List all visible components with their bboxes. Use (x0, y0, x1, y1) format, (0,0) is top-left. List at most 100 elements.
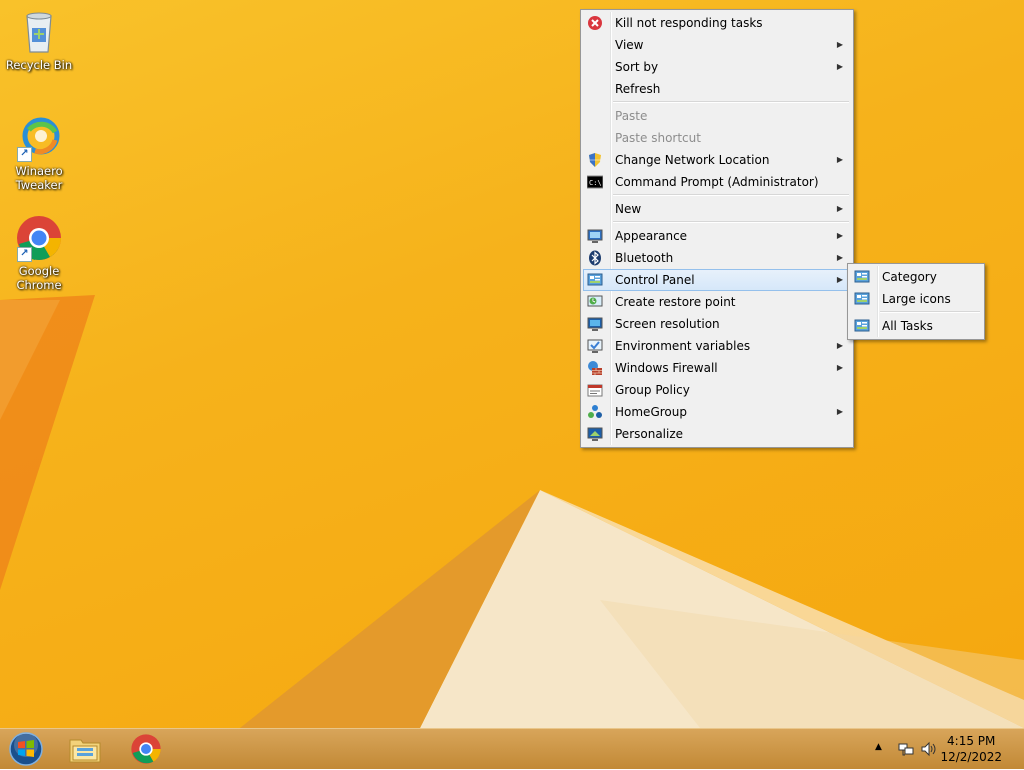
wallpaper (0, 295, 1024, 728)
menu-item-label: Category (882, 270, 937, 284)
menu-item-label: Paste (615, 109, 648, 123)
personalize-icon (587, 426, 603, 442)
menu-item-view[interactable]: View ▶ (583, 34, 851, 56)
appearance-icon (587, 228, 603, 244)
menu-item-label: Environment variables (615, 339, 751, 353)
clock-date: 12/2/2022 (940, 750, 1002, 764)
control-panel-icon (587, 272, 603, 288)
restore-point-icon (587, 294, 603, 310)
cmd-icon: C:\ (586, 174, 604, 190)
menu-separator (613, 221, 849, 223)
menu-item-label: All Tasks (882, 319, 933, 333)
environment-variables-icon (587, 338, 603, 354)
menu-item-label: Group Policy (615, 383, 690, 397)
file-explorer-icon (69, 734, 101, 767)
menu-item-label: Kill not responding tasks (615, 16, 763, 30)
screen-resolution-icon (587, 316, 603, 332)
menu-item-label: Appearance (615, 229, 688, 243)
volume-icon[interactable] (920, 741, 936, 757)
menu-item-label: Create restore point (615, 295, 736, 309)
start-orb-icon (8, 731, 44, 770)
desktop-icon-google-chrome[interactable]: ↗ Google Chrome (1, 214, 77, 292)
up-arrow-icon[interactable]: ▲ (875, 742, 891, 758)
submenu-arrow-icon: ▶ (836, 155, 843, 164)
menu-item-label: HomeGroup (615, 405, 687, 419)
shortcut-arrow-icon: ↗ (17, 147, 32, 162)
menu-item-personalize[interactable]: Personalize (583, 423, 851, 445)
desktop-icon-label: Winaero Tweaker (15, 164, 63, 192)
uac-shield-icon (587, 152, 603, 168)
control-panel-icon (854, 318, 870, 334)
menu-item-new[interactable]: New ▶ (583, 198, 851, 220)
menu-item-label: View (615, 38, 644, 52)
shortcut-arrow-icon: ↗ (17, 247, 32, 262)
menu-item-label: Personalize (615, 427, 684, 441)
recycle-bin-icon (15, 8, 63, 56)
menu-item-command-prompt-administrator[interactable]: C:\ Command Prompt (Administrator) (583, 171, 851, 193)
control-panel-icon (854, 291, 870, 307)
submenu-arrow-icon: ▶ (836, 363, 843, 372)
menu-item-label: Change Network Location (615, 153, 770, 167)
submenu-arrow-icon: ▶ (836, 62, 843, 71)
desktop-context-menu: Kill not responding tasks View ▶ Sort by… (580, 9, 854, 448)
taskbar: ▲ 4:15 PM 12/2/2022 (0, 728, 1024, 769)
menu-item-control-panel[interactable]: Control Panel ▶ (583, 269, 851, 291)
menu-item-homegroup[interactable]: HomeGroup ▶ (583, 401, 851, 423)
menu-item-create-restore-point[interactable]: Create restore point (583, 291, 851, 313)
menu-item-kill-not-responding-tasks[interactable]: Kill not responding tasks (583, 12, 851, 34)
group-policy-icon (587, 382, 603, 398)
menu-item-appearance[interactable]: Appearance ▶ (583, 225, 851, 247)
start-button[interactable] (0, 729, 54, 769)
submenu-arrow-icon: ▶ (836, 231, 843, 240)
desktop-icon-winaero-tweaker[interactable]: ↗ Winaero Tweaker (1, 114, 77, 192)
desktop[interactable]: Recycle Bin ↗ Winaero Tweaker ↗ Google C… (0, 0, 1024, 728)
menu-item-sort-by[interactable]: Sort by ▶ (583, 56, 851, 78)
menu-item-environment-variables[interactable]: Environment variables ▶ (583, 335, 851, 357)
menu-item-refresh[interactable]: Refresh (583, 78, 851, 100)
submenu-item-large-icons[interactable]: Large icons (850, 288, 982, 310)
homegroup-icon (587, 404, 603, 420)
submenu-item-category[interactable]: Category (850, 266, 982, 288)
menu-item-paste[interactable]: Paste (583, 105, 851, 127)
desktop-icon-label: Google Chrome (16, 264, 62, 292)
menu-item-label: New (615, 202, 642, 216)
menu-item-label: Screen resolution (615, 317, 720, 331)
menu-item-change-network-location[interactable]: Change Network Location ▶ (583, 149, 851, 171)
winaero-tweaker-icon: ↗ (15, 114, 63, 162)
menu-item-paste-shortcut[interactable]: Paste shortcut (583, 127, 851, 149)
menu-item-label: Command Prompt (Administrator) (615, 175, 819, 189)
submenu-arrow-icon: ▶ (836, 407, 843, 416)
menu-item-group-policy[interactable]: Group Policy (583, 379, 851, 401)
tray-clock[interactable]: 4:15 PM 12/2/2022 (940, 733, 1002, 765)
submenu-arrow-icon: ▶ (836, 204, 843, 213)
desktop-icon-recycle-bin[interactable]: Recycle Bin (1, 8, 77, 72)
menu-separator (613, 194, 849, 196)
network-icon[interactable] (898, 741, 914, 757)
chrome-icon: ↗ (15, 214, 63, 262)
menu-item-label: Windows Firewall (615, 361, 718, 375)
menu-item-windows-firewall[interactable]: Windows Firewall ▶ (583, 357, 851, 379)
menu-item-screen-resolution[interactable]: Screen resolution (583, 313, 851, 335)
submenu-arrow-icon: ▶ (836, 253, 843, 262)
menu-item-label: Control Panel (615, 273, 695, 287)
submenu-arrow-icon: ▶ (836, 40, 843, 49)
menu-item-label: Sort by (615, 60, 659, 74)
menu-item-label: Bluetooth (615, 251, 674, 265)
chrome-icon (130, 733, 162, 768)
submenu-arrow-icon: ▶ (836, 341, 843, 350)
control-panel-submenu: Category Large icons All Tasks (847, 263, 985, 340)
svg-text:C:\: C:\ (589, 179, 602, 187)
kill-tasks-icon (587, 15, 603, 31)
bluetooth-icon (587, 250, 603, 266)
taskbar-file-explorer[interactable] (58, 729, 112, 769)
firewall-icon (587, 360, 603, 376)
control-panel-icon (854, 269, 870, 285)
menu-item-label: Large icons (882, 292, 951, 306)
desktop-icon-label: Recycle Bin (5, 58, 73, 72)
menu-separator (880, 311, 980, 313)
taskbar-chrome[interactable] (120, 729, 174, 769)
menu-item-label: Refresh (615, 82, 661, 96)
clock-time: 4:15 PM (947, 734, 996, 748)
menu-item-bluetooth[interactable]: Bluetooth ▶ (583, 247, 851, 269)
submenu-item-all-tasks[interactable]: All Tasks (850, 315, 982, 337)
